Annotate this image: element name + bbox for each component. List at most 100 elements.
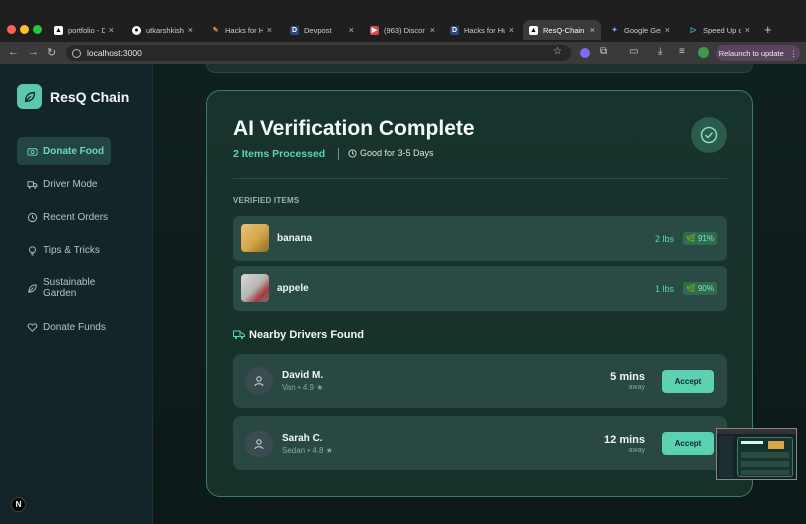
driver-name: David M.	[282, 370, 324, 381]
maximize-window-button[interactable]	[33, 25, 42, 34]
apple-thumbnail	[241, 274, 269, 302]
leaf-icon	[28, 283, 37, 293]
tab-title: ResQ-Chain	[543, 25, 585, 35]
freshness-info: Good for 3-5 Days	[348, 148, 434, 158]
sidebar-item-tips-tricks[interactable]: Tips & Tricks	[17, 243, 111, 257]
driver-vehicle-rating: Van • 4.9 ★	[282, 383, 324, 392]
tab-title: utkarshkisho	[146, 25, 184, 35]
sidebar-item-label: Sustainable Garden	[43, 277, 96, 299]
puzzle-extensions-icon[interactable]: ⧉	[600, 46, 607, 57]
lightbulb-icon	[29, 245, 36, 256]
preview-sidebar	[719, 436, 733, 478]
download-icon[interactable]: ⤓	[658, 46, 662, 57]
browser-tab[interactable]: ▶ (963) Discor ×	[364, 20, 441, 40]
preview-row	[741, 461, 789, 467]
close-tab-icon[interactable]: ×	[349, 25, 354, 35]
more-menu-icon: ⋮	[789, 48, 798, 58]
confidence-badge: 🌿 90%	[683, 282, 717, 295]
accept-button[interactable]: Accept	[662, 370, 714, 393]
close-tab-icon[interactable]: ×	[590, 25, 595, 35]
page-title: AI Verification Complete	[233, 117, 475, 140]
site-info-icon[interactable]	[72, 48, 81, 58]
devpost-icon: D	[450, 25, 459, 35]
new-tab-button[interactable]: +	[764, 22, 772, 37]
extension-icon[interactable]	[580, 48, 590, 58]
leaf-icon: 🌿	[686, 234, 696, 243]
close-tab-icon[interactable]: ×	[109, 25, 114, 35]
leaf-icon: 🌿	[686, 284, 696, 293]
site-favicon-icon: ▲	[54, 25, 63, 35]
minimize-window-button[interactable]	[20, 25, 29, 34]
brand-name: ResQ Chain	[50, 89, 130, 105]
sidebar-item-label: Donate Food	[43, 145, 105, 157]
driver-name: Sarah C.	[282, 433, 323, 444]
site-favicon-icon: ✎	[212, 27, 219, 34]
driver-eta-label: away	[628, 384, 645, 391]
browser-tab[interactable]: ✦ Google Gem ×	[604, 20, 676, 40]
tab-title: portfolio - D	[68, 25, 105, 35]
relaunch-button[interactable]: Relaunch to update ⋮	[716, 45, 800, 61]
close-window-button[interactable]	[7, 25, 16, 34]
driver-eta: 5 mins	[610, 371, 645, 383]
play-icon: ▷	[690, 27, 697, 34]
previous-card-edge	[206, 64, 753, 73]
truck-icon	[233, 330, 245, 340]
browser-tab[interactable]: ▷ Speed Up o ×	[683, 20, 756, 40]
tab-title: Devpost	[304, 25, 332, 35]
sidebar-item-donate-food[interactable]: Donate Food	[17, 137, 111, 165]
items-processed-count: 2 Items Processed	[233, 148, 326, 160]
item-name: appele	[277, 283, 309, 294]
bookmark-star-icon[interactable]: ☆	[553, 46, 562, 57]
accept-button[interactable]: Accept	[662, 432, 714, 455]
confidence-badge: 🌿 91%	[683, 232, 717, 245]
browser-tab[interactable]: ▲ portfolio - D ×	[48, 20, 120, 40]
driver-eta: 12 mins	[604, 434, 645, 446]
close-tab-icon[interactable]: ×	[509, 25, 514, 35]
truck-icon	[27, 180, 38, 189]
close-tab-icon[interactable]: ×	[665, 25, 670, 35]
github-icon: ●	[132, 25, 141, 35]
profile-avatar-icon[interactable]	[698, 47, 709, 58]
tab-title: (963) Discor	[384, 25, 425, 35]
sidebar-item-recent-orders[interactable]: Recent Orders	[17, 210, 111, 224]
media-controls-icon[interactable]: ≡	[679, 46, 685, 57]
close-tab-icon[interactable]: ×	[745, 25, 750, 35]
driver-vehicle-rating: Sedan • 4.8 ★	[282, 446, 333, 455]
back-icon[interactable]: ←	[8, 46, 19, 58]
address-bar[interactable]: localhost:3000	[66, 45, 571, 61]
close-tab-icon[interactable]: ×	[267, 25, 272, 35]
cast-icon[interactable]: ▭	[629, 46, 638, 57]
nextjs-badge[interactable]: N	[11, 497, 26, 512]
gemini-icon: ✦	[611, 27, 618, 34]
preview-title	[741, 441, 763, 444]
history-icon	[27, 212, 38, 222]
avatar	[245, 430, 273, 458]
freshness-text: Good for 3-5 Days	[360, 148, 434, 158]
sidebar-item-label: Recent Orders	[43, 211, 109, 223]
drivers-heading: Nearby Drivers Found	[249, 329, 364, 341]
browser-tab[interactable]: D Devpost ×	[284, 20, 360, 40]
divider	[338, 148, 339, 160]
preview-image	[768, 441, 784, 449]
relaunch-label: Relaunch to update	[718, 48, 784, 58]
browser-tab[interactable]: D Hacks for Hu ×	[444, 20, 520, 40]
browser-tab[interactable]: ✎ Hacks for Hu ×	[205, 20, 278, 40]
forward-icon[interactable]: →	[28, 46, 39, 58]
tab-title: Google Gem	[624, 25, 661, 35]
user-icon	[254, 439, 264, 450]
browser-tab[interactable]: ● utkarshkisho ×	[126, 20, 199, 40]
browser-tab-active[interactable]: ▲ ResQ-Chain ×	[523, 20, 601, 40]
devpost-icon: D	[290, 25, 299, 35]
sidebar-item-driver-mode[interactable]: Driver Mode	[17, 177, 111, 191]
sidebar-item-sustainable-garden[interactable]: Sustainable Garden	[17, 276, 111, 300]
confidence-value: 90%	[697, 284, 714, 293]
badge-letter: N	[15, 500, 22, 509]
close-tab-icon[interactable]: ×	[188, 25, 193, 35]
confidence-value: 91%	[697, 234, 714, 243]
close-tab-icon[interactable]: ×	[430, 25, 435, 35]
tab-title: Speed Up o	[703, 25, 741, 35]
reload-icon[interactable]: ↻	[47, 46, 56, 59]
sidebar-item-donate-funds[interactable]: Donate Funds	[17, 320, 111, 334]
screen-preview-thumbnail[interactable]	[716, 428, 797, 480]
item-quantity: 2 lbs	[655, 234, 675, 244]
